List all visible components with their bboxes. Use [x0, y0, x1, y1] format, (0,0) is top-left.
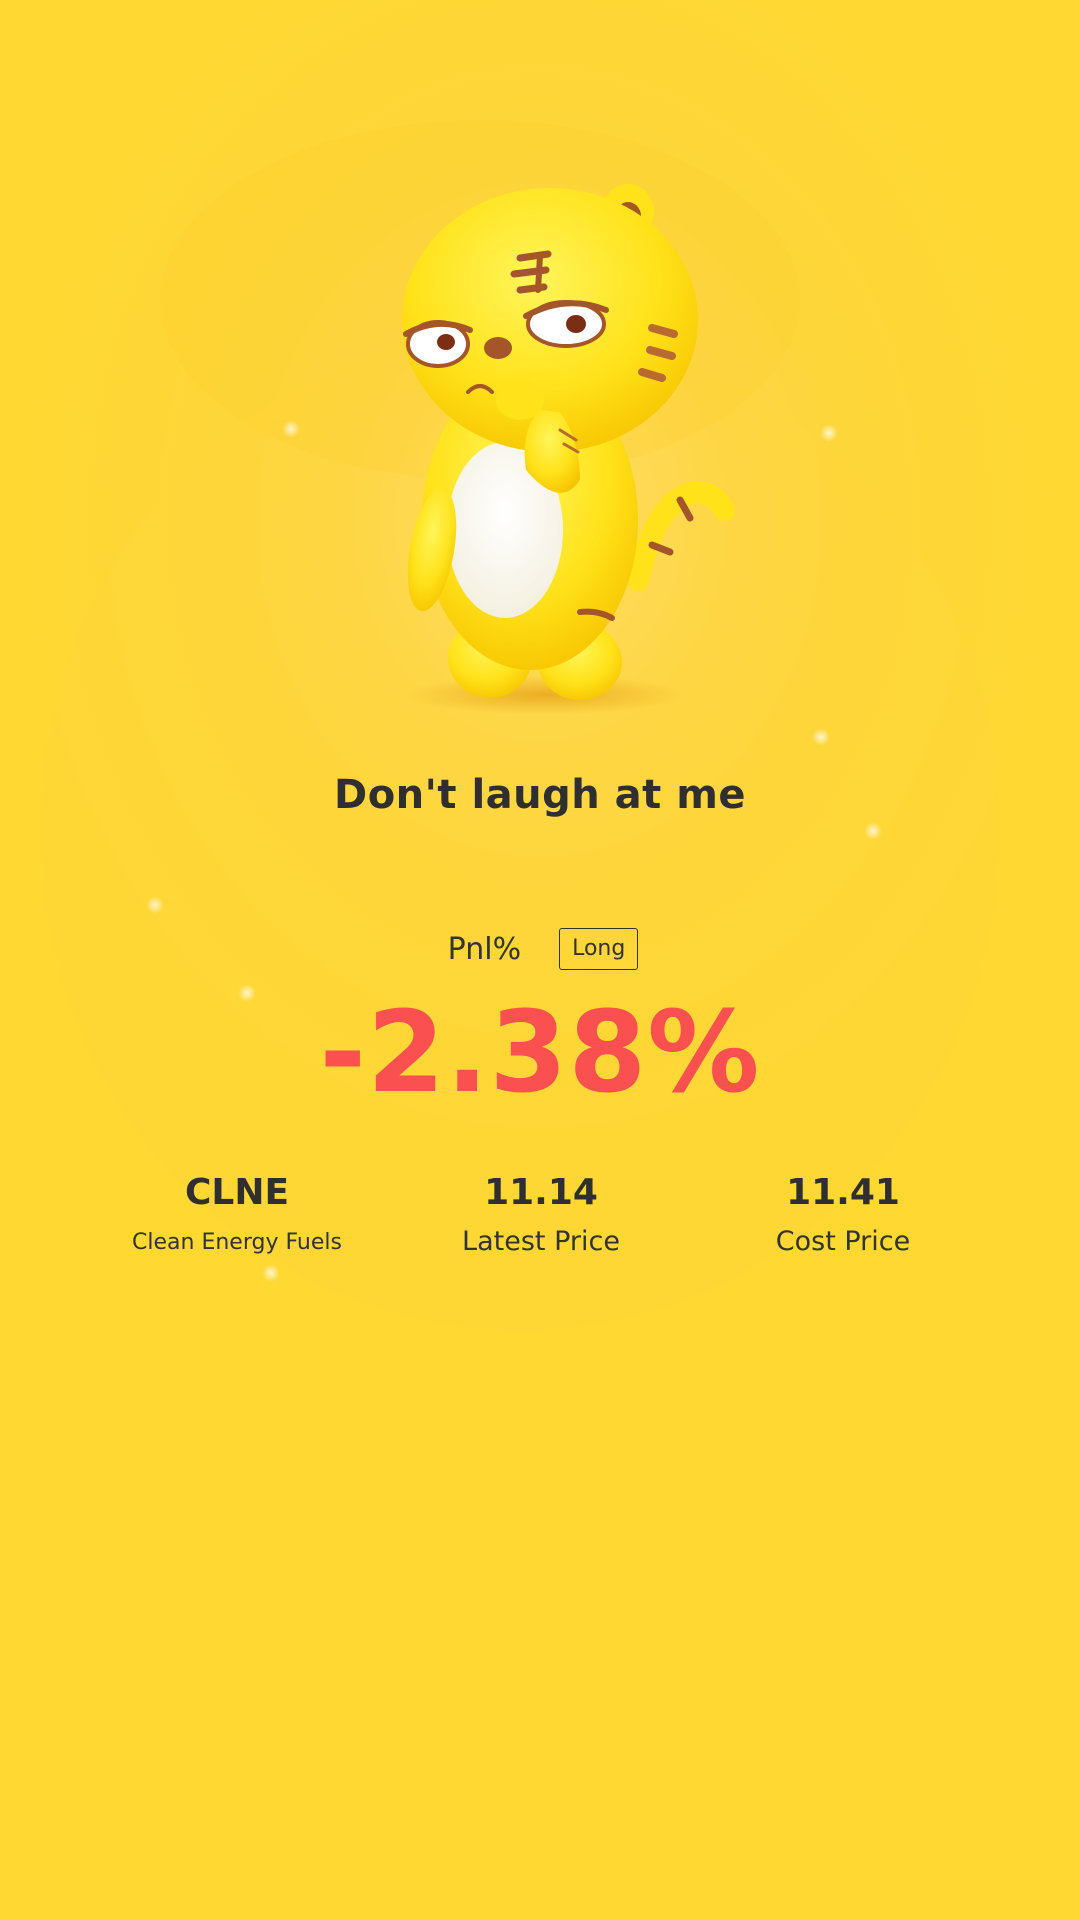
- cost-price-label: Cost Price: [775, 1226, 911, 1257]
- sparkle-decoration: [282, 420, 300, 438]
- sparkle-decoration: [864, 822, 882, 840]
- stats-row: CLNE Clean Energy Fuels 11.14 Latest Pri…: [0, 1168, 1080, 1278]
- company-name: Clean Energy Fuels: [132, 1230, 342, 1255]
- cost-price-value: 11.41: [786, 1172, 900, 1213]
- pnl-row: Pnl% Long: [0, 926, 1080, 972]
- sparkle-decoration: [820, 424, 838, 442]
- symbol-value: CLNE: [184, 1172, 290, 1213]
- latest-price-label: Latest Price: [462, 1226, 620, 1257]
- latest-price-value: 11.14: [484, 1172, 598, 1213]
- sparkle-decoration: [146, 896, 164, 914]
- stat-cost-price: 11.41 Cost Price: [693, 1168, 993, 1257]
- headline: Don't laugh at me: [333, 772, 746, 818]
- stat-latest-price: 11.14 Latest Price: [391, 1168, 691, 1257]
- pnl-label: Pnl%: [447, 931, 522, 967]
- position-badge: Long: [559, 928, 639, 970]
- stat-symbol: CLNE Clean Energy Fuels: [87, 1168, 387, 1255]
- sparkle-decoration: [812, 728, 830, 746]
- tiger-mascot-icon: [402, 184, 735, 715]
- pnl-value: -2.38%: [319, 988, 761, 1118]
